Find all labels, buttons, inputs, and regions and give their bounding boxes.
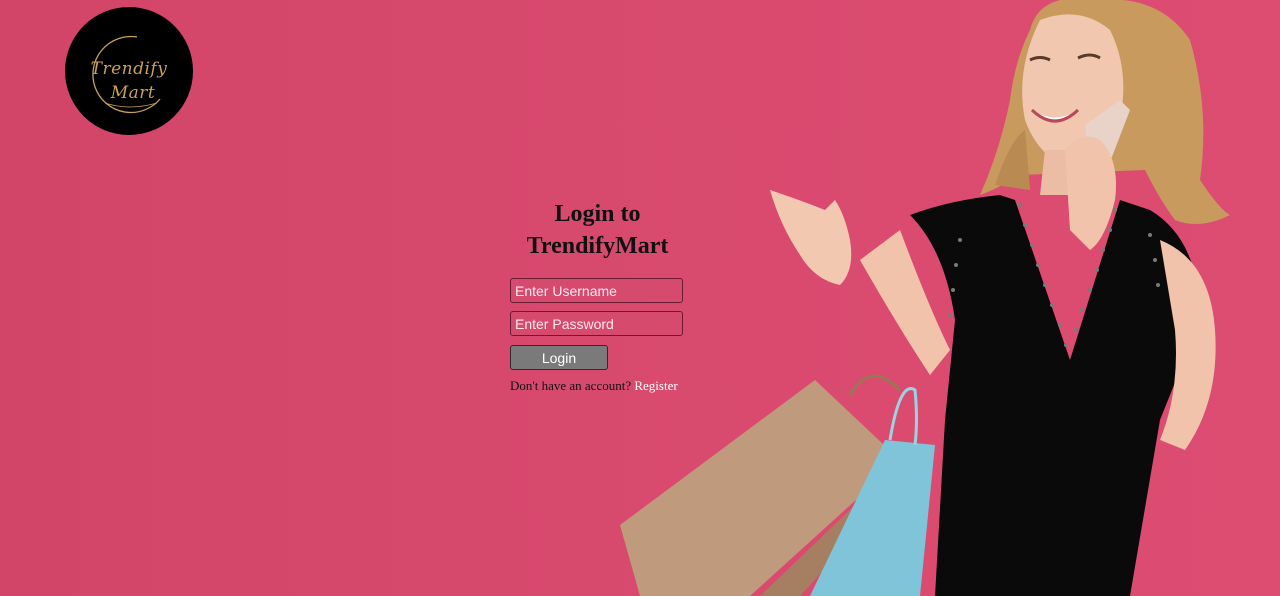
- trendifymart-logo: Trendify Mart: [65, 7, 193, 135]
- no-account-text: Don't have an account?: [510, 378, 632, 393]
- logo-text-mart: Mart: [110, 83, 156, 103]
- password-input[interactable]: [510, 311, 683, 336]
- register-prompt: Don't have an account? Register: [510, 378, 678, 394]
- login-form: Login to TrendifyMart Login Don't have a…: [510, 198, 685, 393]
- login-button[interactable]: Login: [510, 345, 608, 370]
- login-title: Login to TrendifyMart: [510, 198, 685, 262]
- hero-image-woman-shopping: [600, 0, 1280, 596]
- login-title-line2: TrendifyMart: [526, 233, 669, 259]
- logo-text-trendify: Trendify: [90, 59, 168, 79]
- login-title-line1: Login to: [554, 201, 641, 227]
- username-input[interactable]: [510, 278, 683, 303]
- register-link[interactable]: Register: [634, 378, 677, 393]
